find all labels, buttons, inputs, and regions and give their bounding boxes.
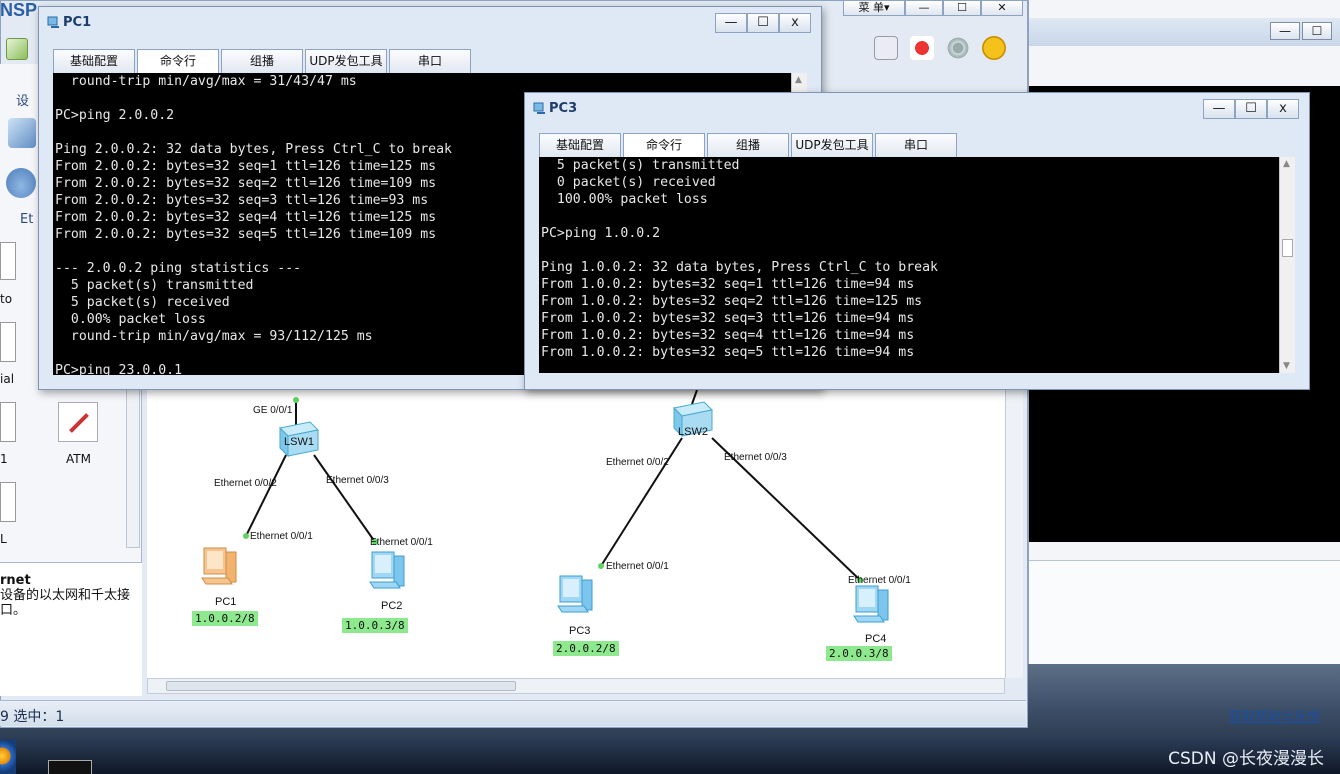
canvas-vertical-scrollbar[interactable] bbox=[1005, 386, 1023, 678]
pc-label: PC1 bbox=[215, 596, 237, 608]
switch-label: LSW2 bbox=[678, 426, 708, 438]
tab-serial[interactable]: 串口 bbox=[389, 49, 471, 73]
ip-badge: 2.0.0.2/8 bbox=[553, 641, 619, 656]
pc3-console-window: PC3 — ☐ x 基础配置 命令行 组播 UDP发包工具 串口 5 packe… bbox=[524, 92, 1310, 390]
ip-badge: 1.0.0.2/8 bbox=[192, 611, 258, 626]
scroll-thumb[interactable] bbox=[166, 681, 516, 691]
scroll-up-icon[interactable]: ▲ bbox=[1283, 159, 1290, 169]
tab-basic-config[interactable]: 基础配置 bbox=[539, 133, 621, 157]
minimize-button[interactable]: — bbox=[715, 13, 747, 33]
minimize-button[interactable]: — bbox=[1203, 99, 1235, 119]
scroll-up-icon[interactable]: ▲ bbox=[795, 75, 802, 85]
tab-serial[interactable]: 串口 bbox=[875, 133, 957, 157]
ip-badge: 2.0.0.3/8 bbox=[826, 646, 892, 661]
terminal-output[interactable]: 5 packet(s) transmitted 0 packet(s) rece… bbox=[539, 157, 1279, 373]
canvas-horizontal-scrollbar[interactable] bbox=[147, 678, 1005, 694]
pc-icon[interactable] bbox=[368, 548, 408, 592]
help-feedback-link[interactable]: 获取帮助与反馈 bbox=[1229, 706, 1320, 725]
port-label: Ethernet 0/0/1 bbox=[606, 561, 669, 572]
port-label: Ethernet 0/0/3 bbox=[724, 452, 787, 463]
switch-label: LSW1 bbox=[284, 436, 314, 448]
port-label: Ethernet 0/0/3 bbox=[326, 475, 389, 486]
port-dot bbox=[243, 533, 249, 539]
maximize-button[interactable]: ☐ bbox=[747, 13, 779, 33]
tab-multicast[interactable]: 组播 bbox=[707, 133, 789, 157]
pc-label: PC2 bbox=[381, 600, 403, 612]
link-lsw1-pc2 bbox=[313, 454, 376, 543]
pc-icon[interactable] bbox=[200, 544, 240, 588]
scroll-down-icon[interactable]: ▼ bbox=[1283, 361, 1290, 371]
port-label: Ethernet 0/0/2 bbox=[214, 478, 277, 489]
tab-multicast[interactable]: 组播 bbox=[221, 49, 303, 73]
tab-udp-tool[interactable]: UDP发包工具 bbox=[305, 49, 387, 73]
port-label: Ethernet 0/0/2 bbox=[606, 457, 669, 468]
port-label: Ethernet 0/0/1 bbox=[370, 537, 433, 548]
close-button[interactable]: x bbox=[779, 13, 811, 33]
window-title: PC1 bbox=[63, 15, 92, 30]
tab-command-line[interactable]: 命令行 bbox=[623, 133, 705, 157]
port-label: GE 0/0/1 bbox=[253, 405, 293, 416]
port-dot bbox=[293, 397, 299, 403]
close-button[interactable]: x bbox=[1267, 99, 1299, 119]
port-label: Ethernet 0/0/1 bbox=[250, 531, 313, 542]
pc-label: PC3 bbox=[569, 625, 591, 637]
scroll-thumb[interactable] bbox=[1282, 239, 1293, 257]
maximize-button[interactable]: ☐ bbox=[1235, 99, 1267, 119]
pc-window-icon bbox=[47, 15, 61, 29]
ip-badge: 1.0.0.3/8 bbox=[342, 618, 408, 633]
pc-icon[interactable] bbox=[852, 582, 892, 626]
pc-window-icon bbox=[533, 101, 547, 115]
status-bar bbox=[0, 700, 1026, 726]
pc-icon[interactable] bbox=[556, 572, 596, 616]
window-title: PC3 bbox=[549, 101, 578, 116]
tab-udp-tool[interactable]: UDP发包工具 bbox=[791, 133, 873, 157]
terminal-scrollbar[interactable]: ▲ ▼ bbox=[1279, 157, 1295, 373]
status-text: 9 选中：1 bbox=[0, 709, 65, 725]
pc-label: PC4 bbox=[865, 633, 887, 645]
tab-command-line[interactable]: 命令行 bbox=[137, 49, 219, 73]
tab-basic-config[interactable]: 基础配置 bbox=[53, 49, 135, 73]
link-lsw1-pc1 bbox=[245, 454, 287, 537]
port-dot bbox=[598, 563, 604, 569]
